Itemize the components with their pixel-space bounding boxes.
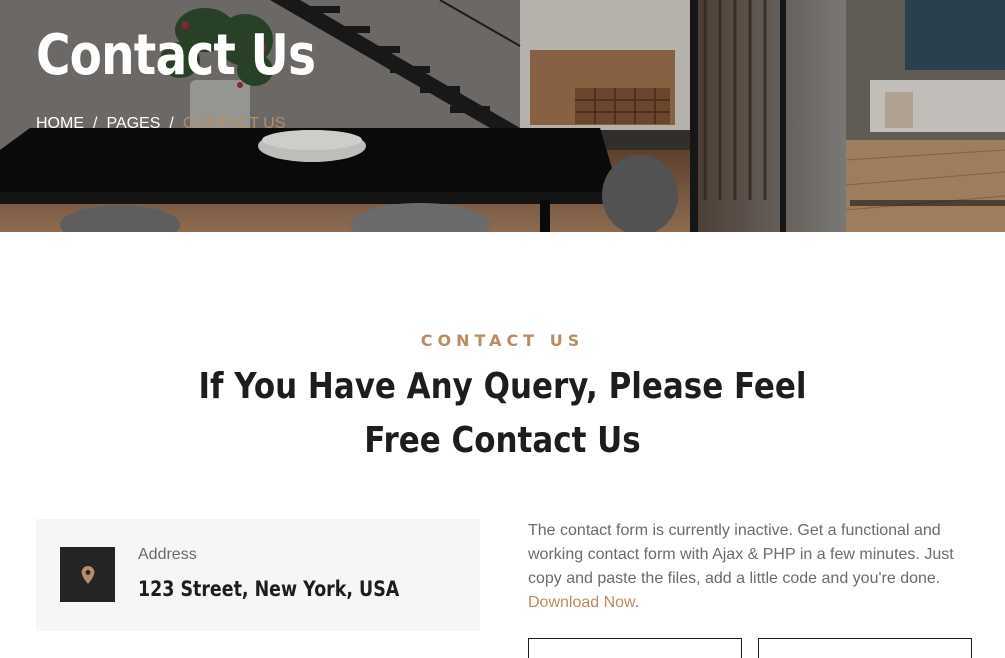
contact-form-note-text: The contact form is currently inactive. … — [528, 522, 954, 587]
breadcrumb-current: CONTACT US — [182, 115, 286, 132]
section-subtitle: CONTACT US — [420, 331, 585, 350]
page-title: Contact Us — [36, 23, 316, 88]
breadcrumb-separator: / — [93, 115, 98, 132]
breadcrumb-home-link[interactable]: HOME — [36, 114, 84, 134]
address-value: 123 Street, New York, USA — [138, 577, 400, 601]
page-hero: Contact Us HOME / PAGES / CONTACT US — [0, 0, 1005, 232]
address-card: Address 123 Street, New York, USA — [36, 519, 480, 631]
section-title-line-2: Free Contact Us — [364, 420, 641, 461]
address-icon-box — [60, 547, 115, 602]
download-now-link[interactable]: Download Now — [528, 594, 635, 611]
section-title: If You Have Any Query, Please Feel Free … — [0, 360, 1005, 468]
name-input[interactable] — [528, 638, 742, 658]
map-marker-icon — [81, 565, 94, 584]
breadcrumb: HOME / PAGES / CONTACT US — [36, 114, 285, 134]
contact-form-note: The contact form is currently inactive. … — [528, 519, 976, 615]
breadcrumb-separator: / — [169, 115, 174, 132]
section-title-line-1: If You Have Any Query, Please Feel — [198, 366, 807, 407]
email-input[interactable] — [758, 638, 972, 658]
breadcrumb-pages-link[interactable]: PAGES — [106, 114, 160, 134]
address-label: Address — [138, 546, 197, 563]
contact-form-note-end: . — [634, 594, 640, 611]
